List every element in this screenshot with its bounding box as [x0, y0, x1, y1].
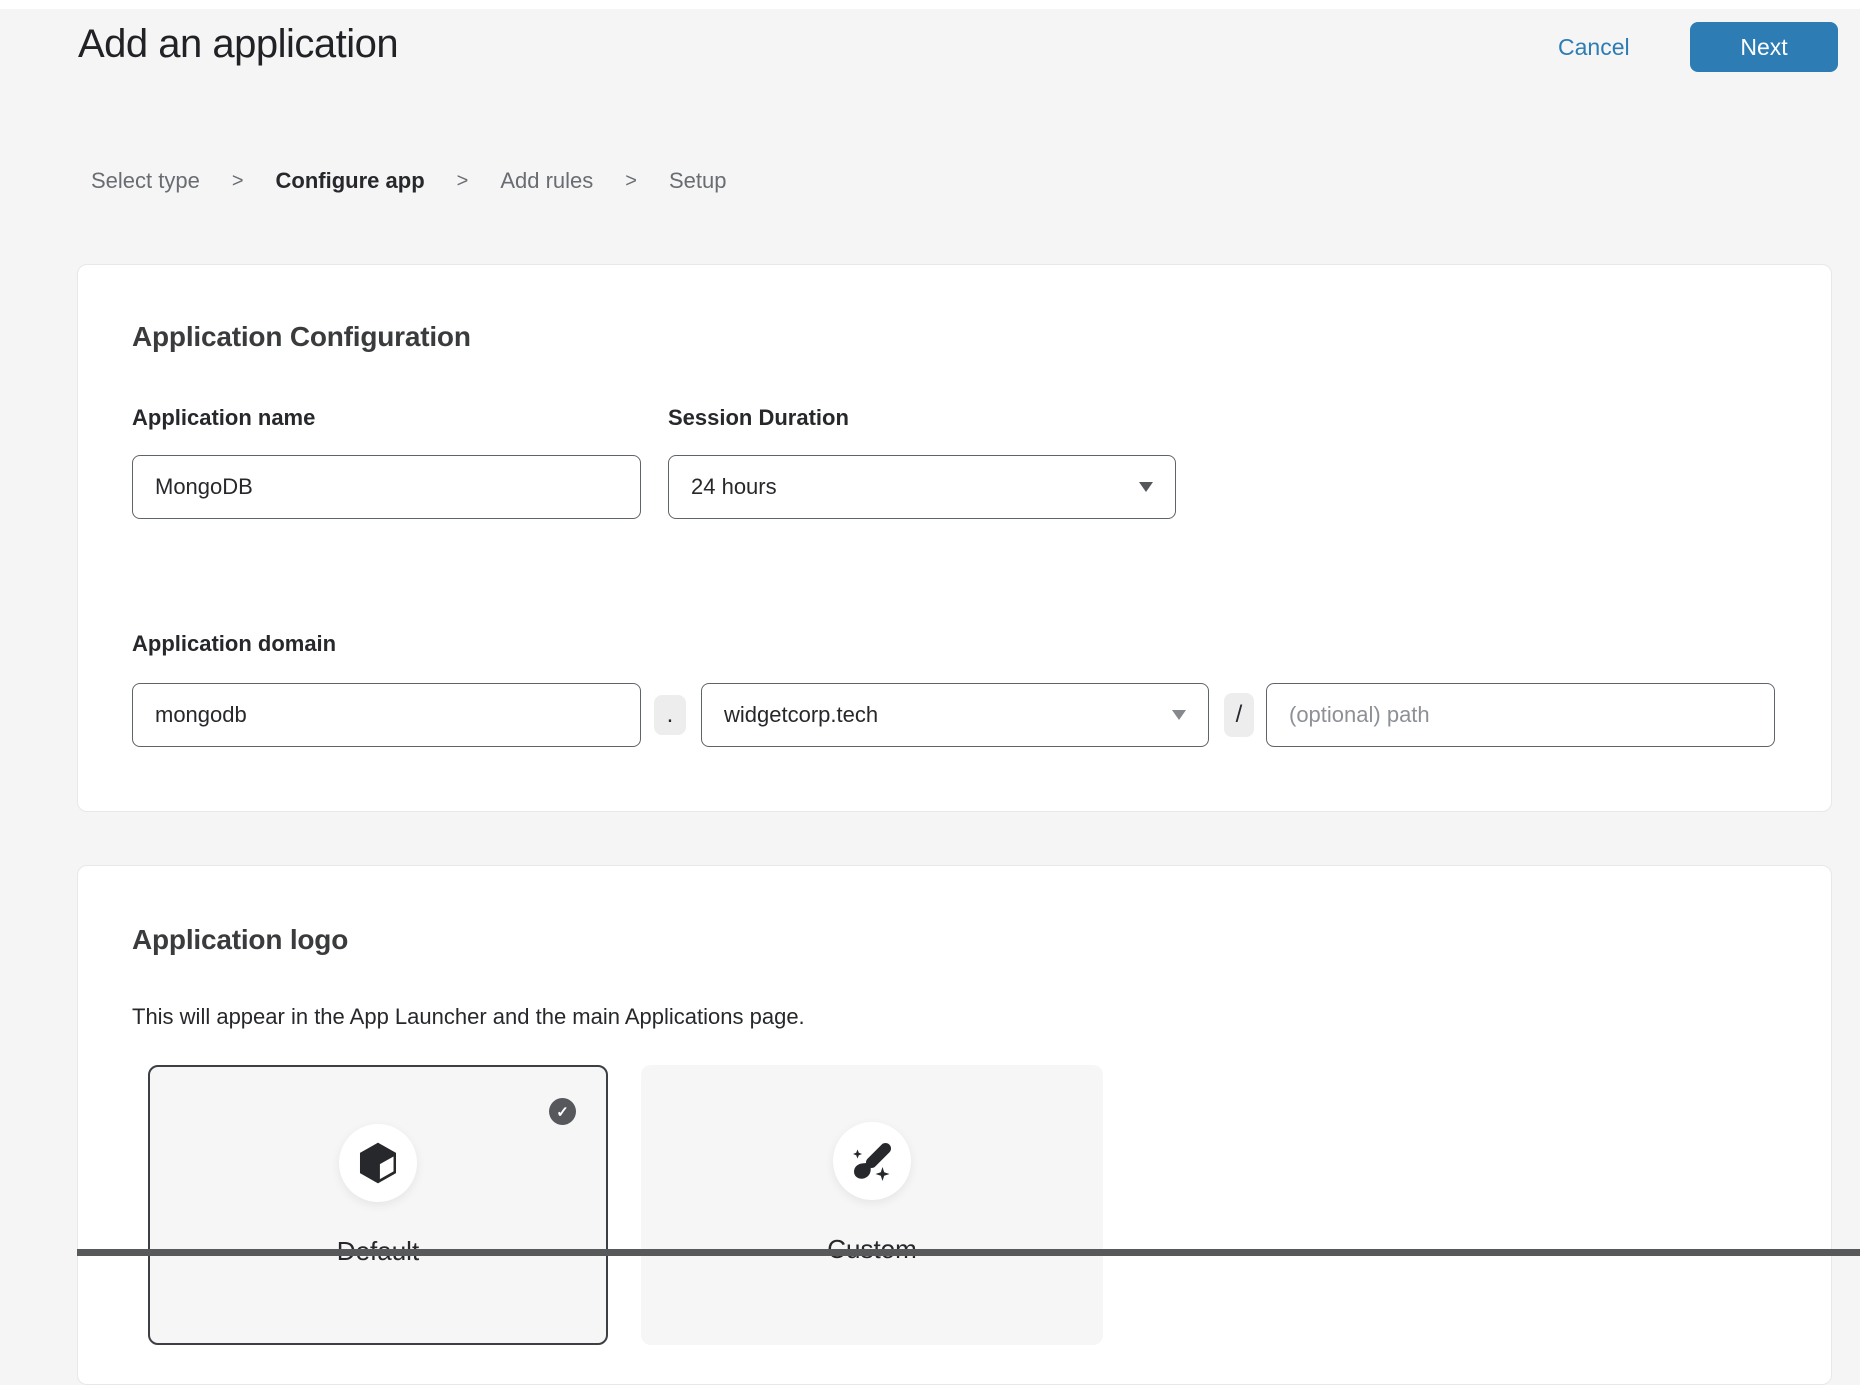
domain-select-value: widgetcorp.tech: [724, 702, 878, 728]
slash-separator: /: [1224, 693, 1254, 737]
application-domain-row: . widgetcorp.tech /: [132, 683, 1775, 747]
breadcrumb-separator: >: [232, 170, 244, 193]
path-input[interactable]: [1266, 683, 1775, 747]
application-name-input[interactable]: [132, 455, 641, 519]
cancel-button[interactable]: Cancel: [1558, 22, 1630, 72]
step-select-type[interactable]: Select type: [91, 168, 200, 194]
chevron-down-icon: [1139, 482, 1153, 492]
config-card-title: Application Configuration: [132, 321, 471, 353]
cube-icon: [355, 1140, 401, 1186]
domain-select[interactable]: widgetcorp.tech: [701, 683, 1209, 747]
breadcrumb-separator: >: [457, 170, 469, 193]
page-title: Add an application: [78, 22, 398, 67]
dot-separator: .: [654, 695, 686, 735]
application-logo-card: Application logo This will appear in the…: [77, 865, 1832, 1385]
bottom-bar: [77, 1249, 1860, 1256]
custom-logo-circle: [833, 1122, 911, 1200]
logo-card-title: Application logo: [132, 924, 348, 956]
next-button[interactable]: Next: [1690, 22, 1838, 72]
application-domain-label: Application domain: [132, 631, 336, 657]
session-duration-value: 24 hours: [691, 474, 777, 500]
session-duration-label: Session Duration: [668, 405, 849, 431]
session-duration-select[interactable]: 24 hours: [668, 455, 1176, 519]
application-configuration-card: Application Configuration Application na…: [77, 264, 1832, 812]
default-logo-circle: [339, 1124, 417, 1202]
top-white-strip: [0, 0, 1860, 9]
logo-card-description: This will appear in the App Launcher and…: [132, 1004, 805, 1030]
check-icon: ✓: [549, 1098, 576, 1125]
breadcrumb-separator: >: [625, 170, 637, 193]
step-setup[interactable]: Setup: [669, 168, 727, 194]
logo-option-custom[interactable]: Custom: [641, 1065, 1103, 1345]
breadcrumb: Select type > Configure app > Add rules …: [91, 168, 726, 194]
logo-option-default[interactable]: ✓ Default: [148, 1065, 608, 1345]
subdomain-input[interactable]: [132, 683, 641, 747]
step-add-rules[interactable]: Add rules: [500, 168, 593, 194]
paintbrush-sparkles-icon: [848, 1137, 896, 1185]
step-configure-app[interactable]: Configure app: [276, 168, 425, 194]
application-name-label: Application name: [132, 405, 315, 431]
add-application-page: Add an application Cancel Next Select ty…: [0, 0, 1860, 1256]
chevron-down-icon: [1172, 710, 1186, 720]
